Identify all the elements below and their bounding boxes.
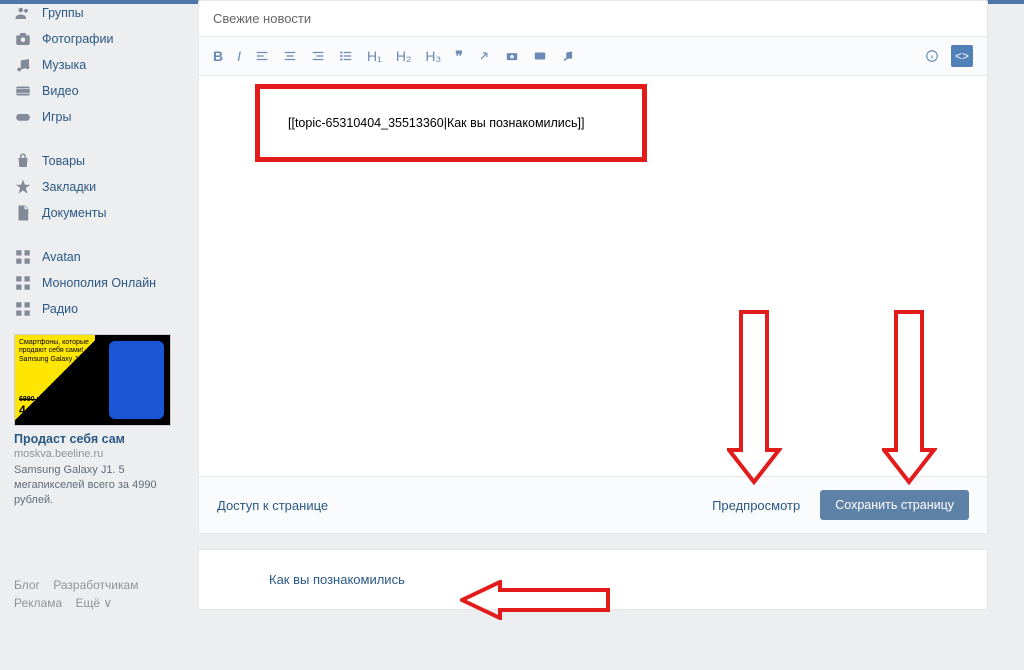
footer-blog[interactable]: Блог (14, 578, 40, 592)
editor-toolbar: B I H₁ H₂ H₃ ❞ (198, 37, 988, 76)
h2-button[interactable]: H₂ (396, 48, 412, 64)
sidebar-item-label: Группы (42, 6, 84, 20)
info-icon[interactable] (925, 49, 939, 63)
video-button[interactable] (533, 49, 547, 63)
photo-button[interactable] (505, 49, 519, 63)
main-content: Свежие новости B I H₁ H₂ H₃ ❞ (198, 0, 988, 610)
ad-image: Смартфоны, которые продают себя сами! Sa… (14, 334, 171, 426)
italic-button[interactable]: I (237, 48, 241, 64)
preview-button[interactable]: Предпросмотр (712, 498, 800, 513)
audio-button[interactable] (561, 49, 575, 63)
ad-description: Samsung Galaxy J1. 5 мегапикселей всего … (14, 463, 169, 508)
sidebar-item-label: Фотографии (42, 32, 113, 46)
sidebar: Группы Фотографии Музыка Видео Игры Това… (0, 0, 199, 508)
sidebar-item-label: Музыка (42, 58, 86, 72)
sidebar-item-avatan[interactable]: Avatan (14, 244, 199, 270)
footer-devs[interactable]: Разработчикам (53, 578, 138, 592)
sidebar-item-docs[interactable]: Документы (14, 200, 199, 226)
action-bar: Доступ к странице Предпросмотр Сохранить… (198, 477, 988, 534)
sidebar-item-market[interactable]: Товары (14, 148, 199, 174)
sidebar-item-label: Документы (42, 206, 106, 220)
h1-button[interactable]: H₁ (367, 48, 382, 64)
code-view-button[interactable]: <> (951, 45, 973, 67)
bold-button[interactable]: B (213, 48, 223, 64)
chevron-down-icon: ∨ (103, 596, 112, 610)
app-icon (14, 300, 32, 318)
ad-domain: moskva.beeline.ru (14, 448, 169, 460)
sidebar-item-video[interactable]: Видео (14, 78, 199, 104)
document-icon (14, 204, 32, 222)
sidebar-item-label: Радио (42, 302, 78, 316)
app-icon (14, 248, 32, 266)
page-title-input[interactable]: Свежие новости (198, 0, 988, 37)
access-link[interactable]: Доступ к странице (217, 498, 328, 513)
app-icon (14, 274, 32, 292)
align-center-button[interactable] (283, 49, 297, 63)
sidebar-item-groups[interactable]: Группы (14, 0, 199, 26)
result-block: Как вы познакомились (198, 549, 988, 610)
result-link[interactable]: Как вы познакомились (269, 572, 405, 587)
align-left-button[interactable] (255, 49, 269, 63)
music-icon (14, 56, 32, 74)
bag-icon (14, 152, 32, 170)
video-icon (14, 82, 32, 100)
sidebar-item-radio[interactable]: Радио (14, 296, 199, 322)
star-icon (14, 178, 32, 196)
groups-icon (14, 4, 32, 22)
ad-block[interactable]: Смартфоны, которые продают себя сами! Sa… (14, 334, 169, 508)
quote-button[interactable]: ❞ (455, 48, 463, 65)
save-button[interactable]: Сохранить страницу (820, 490, 969, 520)
sidebar-item-label: Закладки (42, 180, 96, 194)
sidebar-item-label: Игры (42, 110, 71, 124)
list-button[interactable] (339, 49, 353, 63)
align-right-button[interactable] (311, 49, 325, 63)
sidebar-item-label: Товары (42, 154, 85, 168)
h3-button[interactable]: H₃ (425, 48, 441, 64)
footer-links: Блог Разработчикам Реклама Ещё ∨ (14, 578, 148, 610)
highlight-annotation: [[topic-65310404_35513360|Как вы познако… (255, 84, 647, 162)
sidebar-item-bookmarks[interactable]: Закладки (14, 174, 199, 200)
editor-body[interactable]: [[topic-65310404_35513360|Как вы познако… (198, 76, 988, 477)
sidebar-item-monopoly[interactable]: Монополия Онлайн (14, 270, 199, 296)
ad-title: Продаст себя сам (14, 432, 169, 446)
sidebar-item-label: Avatan (42, 250, 81, 264)
editor-code-text: [[topic-65310404_35513360|Как вы познако… (288, 116, 585, 130)
gamepad-icon (14, 108, 32, 126)
link-button[interactable] (477, 49, 491, 63)
ad-small-text: Смартфоны, которые продают себя сами! Sa… (19, 339, 97, 364)
ad-price: 6990 руб.4 990 руб. (19, 396, 77, 417)
footer-ads[interactable]: Реклама (14, 596, 62, 610)
sidebar-item-photos[interactable]: Фотографии (14, 26, 199, 52)
sidebar-item-games[interactable]: Игры (14, 104, 199, 130)
sidebar-item-label: Видео (42, 84, 79, 98)
sidebar-item-music[interactable]: Музыка (14, 52, 199, 78)
camera-icon (14, 30, 32, 48)
sidebar-item-label: Монополия Онлайн (42, 276, 156, 290)
footer-more[interactable]: Ещё ∨ (75, 596, 112, 610)
